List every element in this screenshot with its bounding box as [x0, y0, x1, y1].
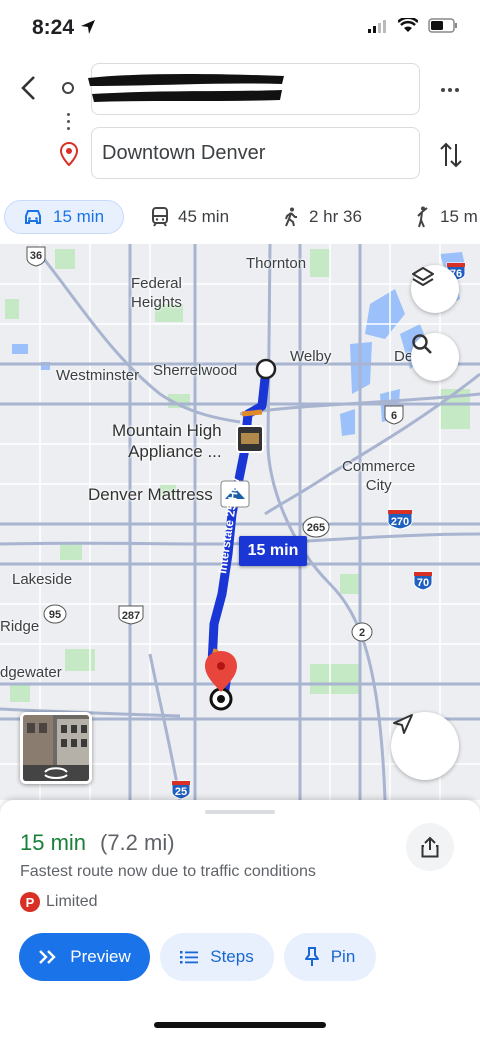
layers-button[interactable] — [411, 265, 459, 313]
route-details-sheet[interactable]: 15 min (7.2 mi) Fastest route now due to… — [0, 800, 480, 1039]
pin-button[interactable]: Pin — [284, 933, 376, 981]
shield-i25: 25 — [171, 780, 191, 800]
destination-input-value: Downtown Denver — [102, 141, 266, 164]
share-icon — [421, 836, 439, 858]
steps-button[interactable]: Steps — [160, 933, 274, 981]
tab-drive[interactable]: 15 min — [4, 200, 124, 234]
swap-icon — [440, 142, 462, 168]
shield-s6: 6 — [384, 405, 404, 425]
street-view-photo — [23, 715, 89, 781]
redaction-scribble — [88, 74, 284, 102]
shield-i270: 270 — [387, 509, 413, 530]
svg-text:25: 25 — [175, 786, 187, 798]
shield-s265: 265 — [302, 516, 330, 538]
label-westminster: Westminster — [56, 367, 140, 384]
status-time: 8:24 — [32, 16, 96, 40]
label-commerce-city: Commerce City — [342, 458, 416, 494]
svg-text:2: 2 — [359, 627, 365, 639]
label-mountain-high-appliance[interactable]: Mountain High Appliance ... — [112, 420, 222, 462]
label-denver-mattress[interactable]: Denver Mattress — [88, 484, 213, 505]
svg-text:287: 287 — [122, 610, 140, 622]
battery-icon — [428, 18, 457, 33]
train-icon — [152, 207, 168, 227]
tab-ride-label: 15 m — [440, 207, 478, 226]
status-icons — [368, 18, 458, 33]
layers-icon — [412, 267, 434, 286]
label-federal-heights: Federal Heights — [131, 275, 182, 311]
tab-walk[interactable]: 2 hr 36 — [283, 200, 362, 234]
svg-text:265: 265 — [307, 522, 325, 534]
parking-text: Limited — [46, 893, 98, 910]
shield-s95: 95 — [43, 604, 67, 624]
route-origin-marker — [255, 358, 277, 380]
map-view[interactable]: 36 76 6 265 270 70 95 287 2 25 Interstat… — [0, 244, 480, 800]
status-time-text: 8:24 — [32, 16, 75, 39]
shield-us36: 36 — [26, 246, 46, 267]
home-indicator[interactable] — [154, 1022, 326, 1028]
destination-pin-marker — [205, 651, 237, 692]
route-connector-dots — [67, 113, 70, 134]
destination-input[interactable]: Downtown Denver — [91, 127, 420, 179]
steps-label: Steps — [210, 947, 254, 966]
label-ridge: Ridge — [0, 618, 40, 635]
tab-drive-label: 15 min — [53, 207, 105, 226]
shield-s2: 2 — [351, 622, 373, 642]
travel-mode-tabs: 15 min 45 min 2 hr 36 15 m — [0, 196, 480, 240]
route-note: Fastest route now due to traffic conditi… — [20, 863, 316, 880]
search-icon — [412, 334, 432, 354]
tab-walk-label: 2 hr 36 — [309, 207, 362, 226]
swap-directions-button[interactable] — [438, 140, 466, 170]
svg-text:70: 70 — [417, 577, 429, 589]
shield-i70: 70 — [413, 571, 433, 591]
share-button[interactable] — [406, 823, 454, 871]
svg-text:36: 36 — [30, 250, 42, 262]
destination-pin-icon — [59, 141, 79, 171]
recenter-button[interactable] — [391, 712, 459, 780]
wifi-icon — [398, 18, 418, 32]
pin-label: Pin — [330, 947, 356, 966]
more-options-button[interactable] — [436, 76, 464, 104]
location-arrow-icon — [80, 20, 95, 34]
tab-transit-label: 45 min — [178, 207, 230, 226]
label-sherrelwood: Sherrelwood — [153, 362, 238, 379]
svg-text:95: 95 — [49, 609, 61, 621]
parking-icon: P — [20, 892, 40, 912]
walk-icon — [285, 207, 297, 227]
list-icon — [180, 951, 199, 964]
double-chevron-icon — [39, 950, 56, 964]
svg-text:270: 270 — [391, 516, 409, 528]
svg-text:6: 6 — [391, 410, 397, 422]
signal-icon — [368, 19, 386, 33]
label-lakeside: Lakeside — [12, 571, 73, 588]
route-duration-badge[interactable]: 15 min — [239, 536, 307, 566]
preview-label: Preview — [70, 947, 131, 966]
sheet-grabber[interactable] — [205, 810, 275, 814]
trip-duration: 15 min — [20, 830, 87, 855]
car-icon — [25, 210, 41, 224]
map-search-button[interactable] — [411, 333, 459, 381]
tab-transit[interactable]: 45 min — [152, 200, 229, 234]
label-edgewater: dgewater — [0, 664, 62, 681]
tab-ride[interactable]: 15 m — [414, 200, 478, 234]
route-duration-text: 15 min — [247, 542, 299, 559]
ride-hail-icon — [417, 206, 428, 228]
parking-info: P Limited — [20, 892, 98, 912]
preview-button[interactable]: Preview — [19, 933, 150, 981]
label-welby: Welby — [290, 348, 332, 365]
shield-us287: 287 — [118, 605, 144, 625]
back-arrow-icon — [21, 76, 35, 100]
label-thornton: Thornton — [246, 255, 307, 272]
back-button[interactable] — [12, 72, 44, 104]
pin-icon — [304, 947, 319, 966]
origin-input[interactable] — [88, 63, 420, 115]
origin-marker-icon — [62, 82, 74, 94]
street-view-thumbnail[interactable] — [20, 712, 92, 784]
trip-distance: (7.2 mi) — [100, 830, 175, 855]
navigation-arrow-icon — [393, 714, 413, 734]
